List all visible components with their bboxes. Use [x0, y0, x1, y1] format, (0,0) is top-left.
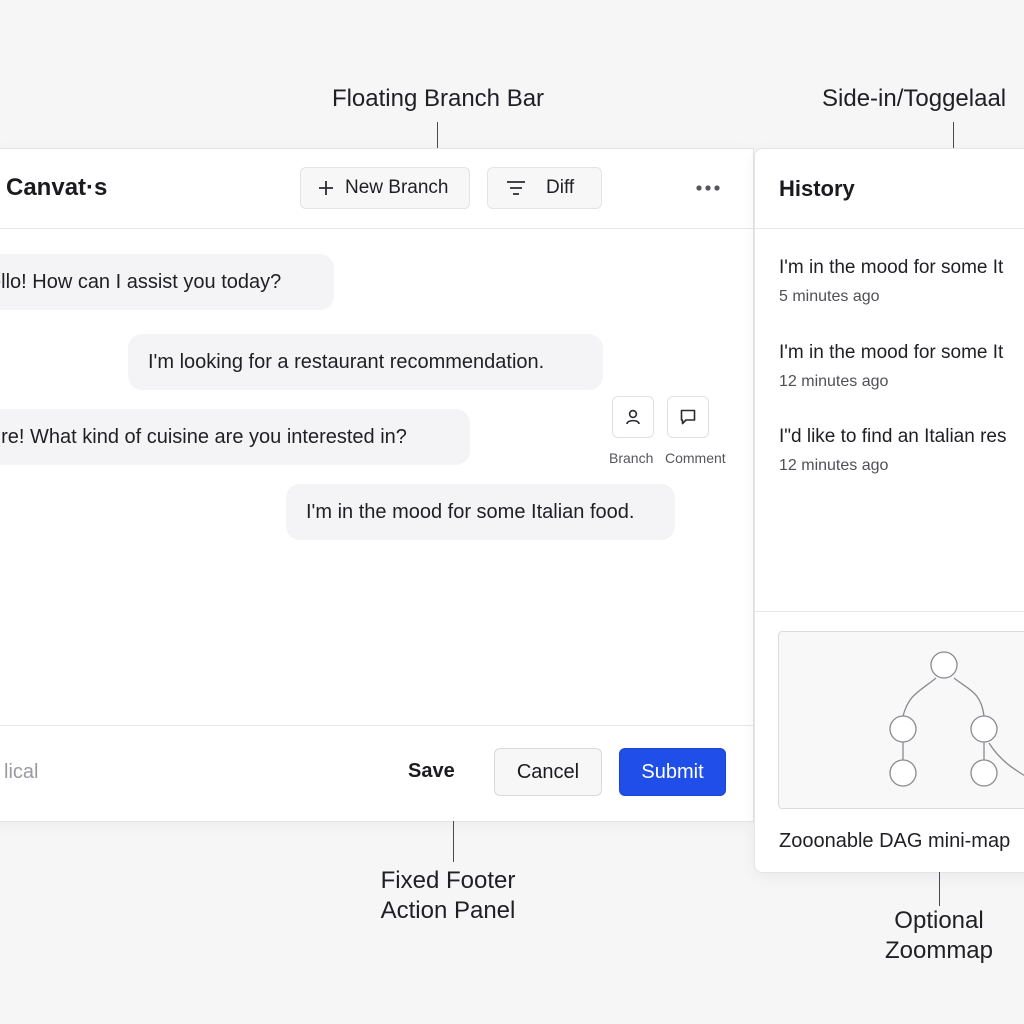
person-icon	[626, 409, 640, 425]
history-title: History	[779, 176, 855, 201]
chat-panel: Canvat·s New Branch Diff ello! How can I…	[0, 148, 754, 822]
user-message: I'm looking for a restaurant recommendat…	[128, 334, 603, 390]
cancel-button[interactable]: Cancel	[494, 748, 602, 796]
user-message: I'm in the mood for some Italian food.	[286, 484, 675, 540]
minimap-caption: Zooonable DAG mini-map	[779, 830, 1011, 852]
history-item[interactable]: I"d like to find an Italian res 12 minut…	[779, 425, 1024, 475]
filter-icon	[507, 181, 525, 195]
diff-label: Diff	[546, 177, 575, 198]
annotation-fixed-footer: Fixed Footer Action Panel	[340, 866, 556, 926]
history-item[interactable]: I'm in the mood for some It 5 minutes ag…	[779, 256, 1024, 306]
history-item-time: 12 minutes ago	[779, 373, 889, 390]
annotation-line: Optional	[894, 907, 984, 934]
footer-action-panel: Save Cancel Submit	[0, 725, 753, 821]
app-title: Canvat·s	[6, 174, 108, 201]
annotation-side-panel: Side-in/Toggelaal	[822, 85, 1007, 112]
assistant-message: ello! How can I assist you today?	[0, 254, 334, 310]
history-header: History	[755, 149, 1024, 229]
annotation-line: Action Panel	[380, 897, 516, 924]
assistant-message: ure! What kind of cuisine are you intere…	[0, 409, 470, 465]
save-button[interactable]: Save	[408, 760, 455, 783]
comment-action-label: Comment	[665, 450, 726, 466]
submit-button[interactable]: Submit	[619, 748, 726, 796]
annotation-connector	[953, 122, 954, 148]
history-panel: History I'm in the mood for some It 5 mi…	[754, 148, 1024, 873]
chat-messages: ello! How can I assist you today? I'm lo…	[0, 229, 753, 725]
speech-bubble-icon	[680, 409, 696, 425]
history-item-text: I'm in the mood for some It	[779, 342, 1004, 363]
branch-bar: Canvat·s New Branch Diff	[0, 149, 753, 229]
history-item-text: I"d like to find an Italian res	[779, 426, 1007, 447]
branch-action-button[interactable]	[612, 396, 654, 438]
plus-icon	[319, 181, 333, 195]
annotation-connector	[939, 872, 940, 906]
divider	[755, 611, 1024, 612]
new-branch-label: New Branch	[345, 177, 449, 198]
comment-action-button[interactable]	[667, 396, 709, 438]
history-item-time: 12 minutes ago	[779, 457, 889, 474]
history-item-text: I'm in the mood for some It	[779, 257, 1004, 278]
message-input[interactable]	[0, 746, 304, 798]
annotation-zoommap: Optional Zoommap	[860, 906, 1018, 966]
annotation-connector	[437, 122, 438, 148]
annotation-line: Fixed Footer	[380, 867, 516, 894]
branch-action-label: Branch	[609, 450, 654, 466]
more-horizontal-icon[interactable]	[694, 177, 724, 199]
history-item[interactable]: I'm in the mood for some It 12 minutes a…	[779, 341, 1024, 391]
annotation-floating-branch-bar: Floating Branch Bar	[331, 85, 545, 112]
dag-minimap[interactable]	[778, 631, 1024, 809]
history-item-time: 5 minutes ago	[779, 288, 880, 305]
annotation-connector	[453, 821, 454, 862]
dag-graph-icon	[889, 651, 1024, 787]
diff-button[interactable]: Diff	[487, 167, 602, 209]
annotation-line: Zoommap	[884, 937, 994, 964]
new-branch-button[interactable]: New Branch	[300, 167, 470, 209]
